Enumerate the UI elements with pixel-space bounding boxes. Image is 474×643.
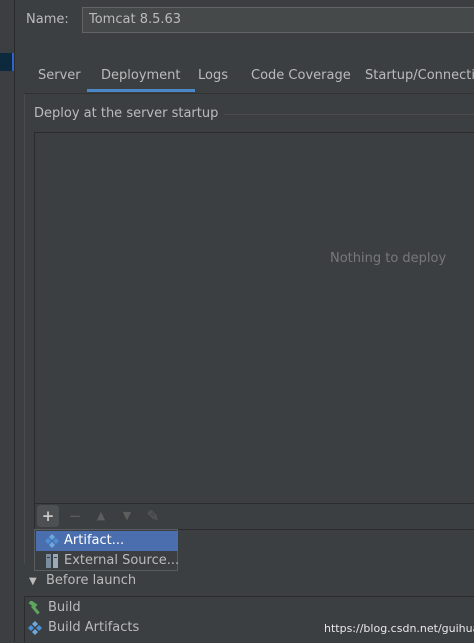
hammer-icon (28, 601, 40, 615)
minus-icon[interactable]: − (64, 505, 86, 527)
before-launch-title[interactable]: Before launch (46, 573, 136, 588)
tab-bar: Server Deployment Logs Code Coverage Sta… (24, 60, 474, 92)
artifact-icon (28, 621, 42, 635)
name-input[interactable]: Tomcat 8.5.63 (82, 7, 474, 33)
add-popup-menu: Artifact... External Source... (34, 529, 180, 571)
left-config-tree-strip (0, 0, 15, 642)
plus-icon[interactable]: + (37, 505, 59, 527)
menu-item-artifact[interactable]: Artifact... (36, 531, 178, 551)
artifact-icon (45, 534, 59, 548)
section-divider (206, 114, 474, 115)
tab-server[interactable]: Server (38, 60, 81, 92)
tab-startup-connection[interactable]: Startup/Connection (365, 60, 474, 92)
tab-logs[interactable]: Logs (198, 60, 228, 92)
deploy-section-title: Deploy at the server startup (34, 106, 225, 121)
menu-item-label: External Source... (64, 553, 180, 568)
left-tree-selected-item[interactable] (0, 53, 14, 71)
arrow-up-icon[interactable]: ▲ (90, 505, 112, 527)
before-launch-item-label: Build Artifacts (48, 620, 140, 635)
empty-list-text: Nothing to deploy (330, 251, 447, 266)
menu-item-external-source[interactable]: External Source... (36, 551, 180, 571)
external-source-icon (46, 554, 58, 568)
deploy-list[interactable] (34, 132, 474, 504)
chevron-down-icon[interactable]: ▼ (29, 576, 37, 587)
menu-item-label: Artifact... (64, 533, 125, 548)
pencil-icon[interactable]: ✎ (142, 505, 164, 527)
before-launch-item-label: Build (48, 600, 81, 615)
name-label: Name: (26, 12, 69, 27)
tab-deployment[interactable]: Deployment (87, 60, 195, 92)
watermark-text: https://blog.csdn.net/guihua55 (324, 622, 474, 635)
tab-code-coverage[interactable]: Code Coverage (251, 60, 351, 92)
arrow-down-icon[interactable]: ▼ (116, 505, 138, 527)
